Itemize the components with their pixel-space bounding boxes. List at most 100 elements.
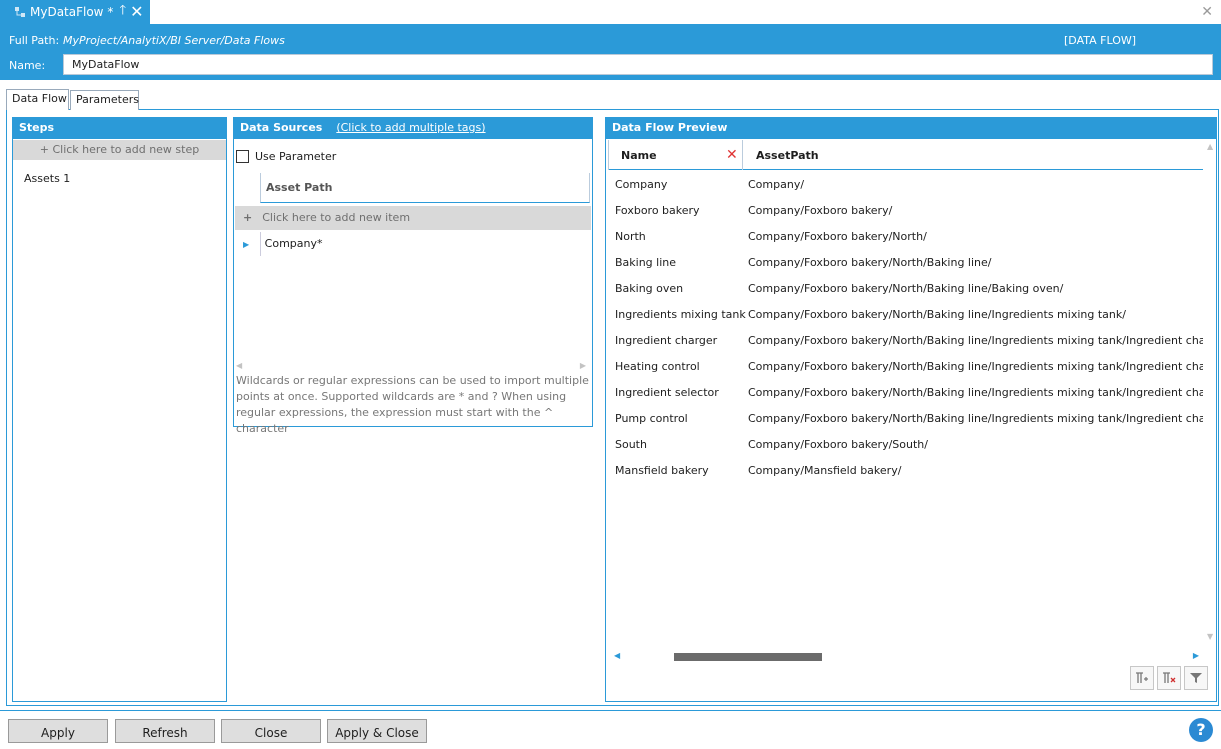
row-name: Baking line xyxy=(615,256,677,269)
row-asset-path: Company/Foxboro bakery/North/Baking line… xyxy=(748,256,992,269)
row-name: North xyxy=(615,230,646,243)
row-separator xyxy=(260,232,261,256)
row-name: Pump control xyxy=(615,412,688,425)
row-name: Baking oven xyxy=(615,282,684,295)
table-row[interactable]: Ingredients mixing tank Company/Foxboro b… xyxy=(608,303,1203,329)
table-row[interactable]: North Company/Foxboro bakery/North/ xyxy=(608,225,1203,251)
table-row[interactable]: Ingredient selector Company/Foxboro baker… xyxy=(608,381,1203,407)
pin-icon[interactable]: 🡑 xyxy=(119,1,126,23)
preview-grid-header: Name ✕ AssetPath xyxy=(608,140,1203,170)
source-row[interactable]: ▶ Company* xyxy=(235,232,591,256)
row-asset-path: Company/Foxboro bakery/ xyxy=(748,204,893,217)
tab-parameters[interactable]: Parameters xyxy=(70,90,139,110)
table-row[interactable]: Mansfield bakery Company/Mansfield bakery… xyxy=(608,459,1203,485)
filter-add-icon[interactable] xyxy=(1130,666,1154,690)
row-asset-path: Company/Foxboro bakery/North/Baking line… xyxy=(748,282,1064,295)
row-asset-path: Company/Foxboro bakery/North/Baking line… xyxy=(748,334,1203,347)
full-path-value: MyProject/AnalytiX/BI Server/Data Flows xyxy=(63,34,285,47)
full-path-label: Full Path: xyxy=(9,34,60,47)
close-icon[interactable]: ✕ xyxy=(130,4,143,20)
row-name: Ingredients mixing tank xyxy=(615,308,746,321)
scroll-left-icon[interactable]: ◀ xyxy=(614,651,620,660)
row-name: Ingredient charger xyxy=(615,334,718,347)
steps-title: Steps xyxy=(13,118,226,139)
table-row[interactable]: Company Company/ xyxy=(608,173,1203,199)
preview-title: Data Flow Preview xyxy=(606,118,1216,139)
steps-panel: Steps + Click here to add new step Asset… xyxy=(12,117,227,702)
use-parameter-label: Use Parameter xyxy=(255,150,337,163)
sources-horizontal-scrollbar[interactable]: ◀ ▶ xyxy=(236,361,586,370)
scrollbar-thumb[interactable] xyxy=(674,653,822,661)
wildcard-hint-text: Wildcards or regular expressions can be … xyxy=(236,374,589,435)
help-icon[interactable]: ? xyxy=(1189,718,1213,742)
preview-vertical-scrollbar[interactable]: ▲ ▼ xyxy=(1204,140,1216,671)
use-parameter-checkbox[interactable]: Use Parameter xyxy=(236,150,336,163)
asset-path-column-header[interactable]: Asset Path xyxy=(260,173,590,203)
source-row-value: Company* xyxy=(264,237,323,250)
row-asset-path: Company/Mansfield bakery/ xyxy=(748,464,902,477)
step-item-assets[interactable]: Assets 1 xyxy=(24,172,70,185)
row-name: South xyxy=(615,438,647,451)
asset-path-grid-header: Asset Path xyxy=(234,173,592,203)
name-column-header[interactable]: Name xyxy=(608,140,743,170)
row-name: Company xyxy=(615,178,668,191)
name-input[interactable] xyxy=(63,54,1213,75)
name-label: Name: xyxy=(9,59,46,72)
item-type-label: [DATA FLOW] xyxy=(1064,34,1137,47)
dataflow-icon xyxy=(14,6,26,18)
plus-icon: + xyxy=(243,211,253,224)
item-header: Full Path: MyProject/AnalytiX/BI Server/… xyxy=(0,24,1221,80)
row-asset-path: Company/Foxboro bakery/South/ xyxy=(748,438,928,451)
add-step-button[interactable]: + Click here to add new step xyxy=(13,140,226,160)
apply-and-close-button[interactable]: Apply & Close xyxy=(327,719,427,743)
table-row[interactable]: Baking oven Company/Foxboro bakery/North/… xyxy=(608,277,1203,303)
row-name: Mansfield bakery xyxy=(615,464,709,477)
refresh-button[interactable]: Refresh xyxy=(115,719,215,743)
row-asset-path: Company/Foxboro bakery/North/ xyxy=(748,230,927,243)
assetpath-column-header[interactable]: AssetPath xyxy=(746,140,829,171)
name-column-label: Name xyxy=(621,149,657,162)
apply-button[interactable]: Apply xyxy=(8,719,108,743)
table-row[interactable]: Heating control Company/Foxboro bakery/No… xyxy=(608,355,1203,381)
filter-icon[interactable] xyxy=(1184,666,1208,690)
scroll-up-icon[interactable]: ▲ xyxy=(1207,142,1213,151)
row-asset-path: Company/Foxboro bakery/North/Baking line… xyxy=(748,308,1126,321)
scroll-left-icon[interactable]: ◀ xyxy=(236,361,242,370)
document-tab-title: MyDataFlow * xyxy=(30,5,114,19)
expand-arrow-icon[interactable]: ▶ xyxy=(243,240,249,249)
row-asset-path: Company/Foxboro bakery/North/Baking line… xyxy=(748,360,1203,373)
table-row[interactable]: Baking line Company/Foxboro bakery/North/… xyxy=(608,251,1203,277)
document-tab[interactable]: MyDataFlow * 🡑 ✕ xyxy=(0,0,150,24)
close-button[interactable]: Close xyxy=(221,719,321,743)
data-sources-title: Data Sources xyxy=(240,121,323,134)
table-row[interactable]: South Company/Foxboro bakery/South/ xyxy=(608,433,1203,459)
scroll-right-icon[interactable]: ▶ xyxy=(580,361,586,370)
preview-rows: Company Company/ Foxboro bakery Company/Fo… xyxy=(608,173,1203,533)
footer-bar: Apply Refresh Close Apply & Close ? xyxy=(0,710,1221,749)
tab-data-flow[interactable]: Data Flow xyxy=(6,89,69,110)
scroll-down-icon[interactable]: ▼ xyxy=(1207,632,1213,641)
row-name: Ingredient selector xyxy=(615,386,719,399)
window-close-icon[interactable]: ✕ xyxy=(1201,4,1213,20)
filter-remove-icon[interactable] xyxy=(1157,666,1181,690)
row-asset-path: Company/Foxboro bakery/North/Baking line… xyxy=(748,412,1203,425)
table-row[interactable]: Ingredient charger Company/Foxboro bakery… xyxy=(608,329,1203,355)
preview-horizontal-scrollbar[interactable]: ◀ ▶ xyxy=(608,651,1203,661)
checkbox-box[interactable] xyxy=(236,150,249,163)
add-multiple-tags-link[interactable]: (Click to add multiple tags) xyxy=(336,121,485,134)
data-sources-panel: Data Sources (Click to add multiple tags)… xyxy=(233,117,593,435)
table-row[interactable]: Foxboro bakery Company/Foxboro bakery/ xyxy=(608,199,1203,225)
data-flow-preview-panel: Data Flow Preview Name ✕ AssetPath ▲ ▼ C… xyxy=(605,117,1217,702)
preview-toolbar xyxy=(1130,666,1208,690)
scroll-right-icon[interactable]: ▶ xyxy=(1193,651,1199,660)
row-name: Heating control xyxy=(615,360,700,373)
document-tab-strip: MyDataFlow * 🡑 ✕ ✕ xyxy=(0,0,1221,24)
row-name: Foxboro bakery xyxy=(615,204,700,217)
clear-column-icon[interactable]: ✕ xyxy=(726,147,738,163)
table-row[interactable]: Pump control Company/Foxboro bakery/North… xyxy=(608,407,1203,433)
row-asset-path: Company/Foxboro bakery/North/Baking line… xyxy=(748,386,1203,399)
add-item-row[interactable]: + Click here to add new item xyxy=(235,206,591,230)
add-item-label: Click here to add new item xyxy=(262,211,411,224)
row-asset-path: Company/ xyxy=(748,178,805,191)
data-sources-header: Data Sources (Click to add multiple tags) xyxy=(234,118,592,139)
